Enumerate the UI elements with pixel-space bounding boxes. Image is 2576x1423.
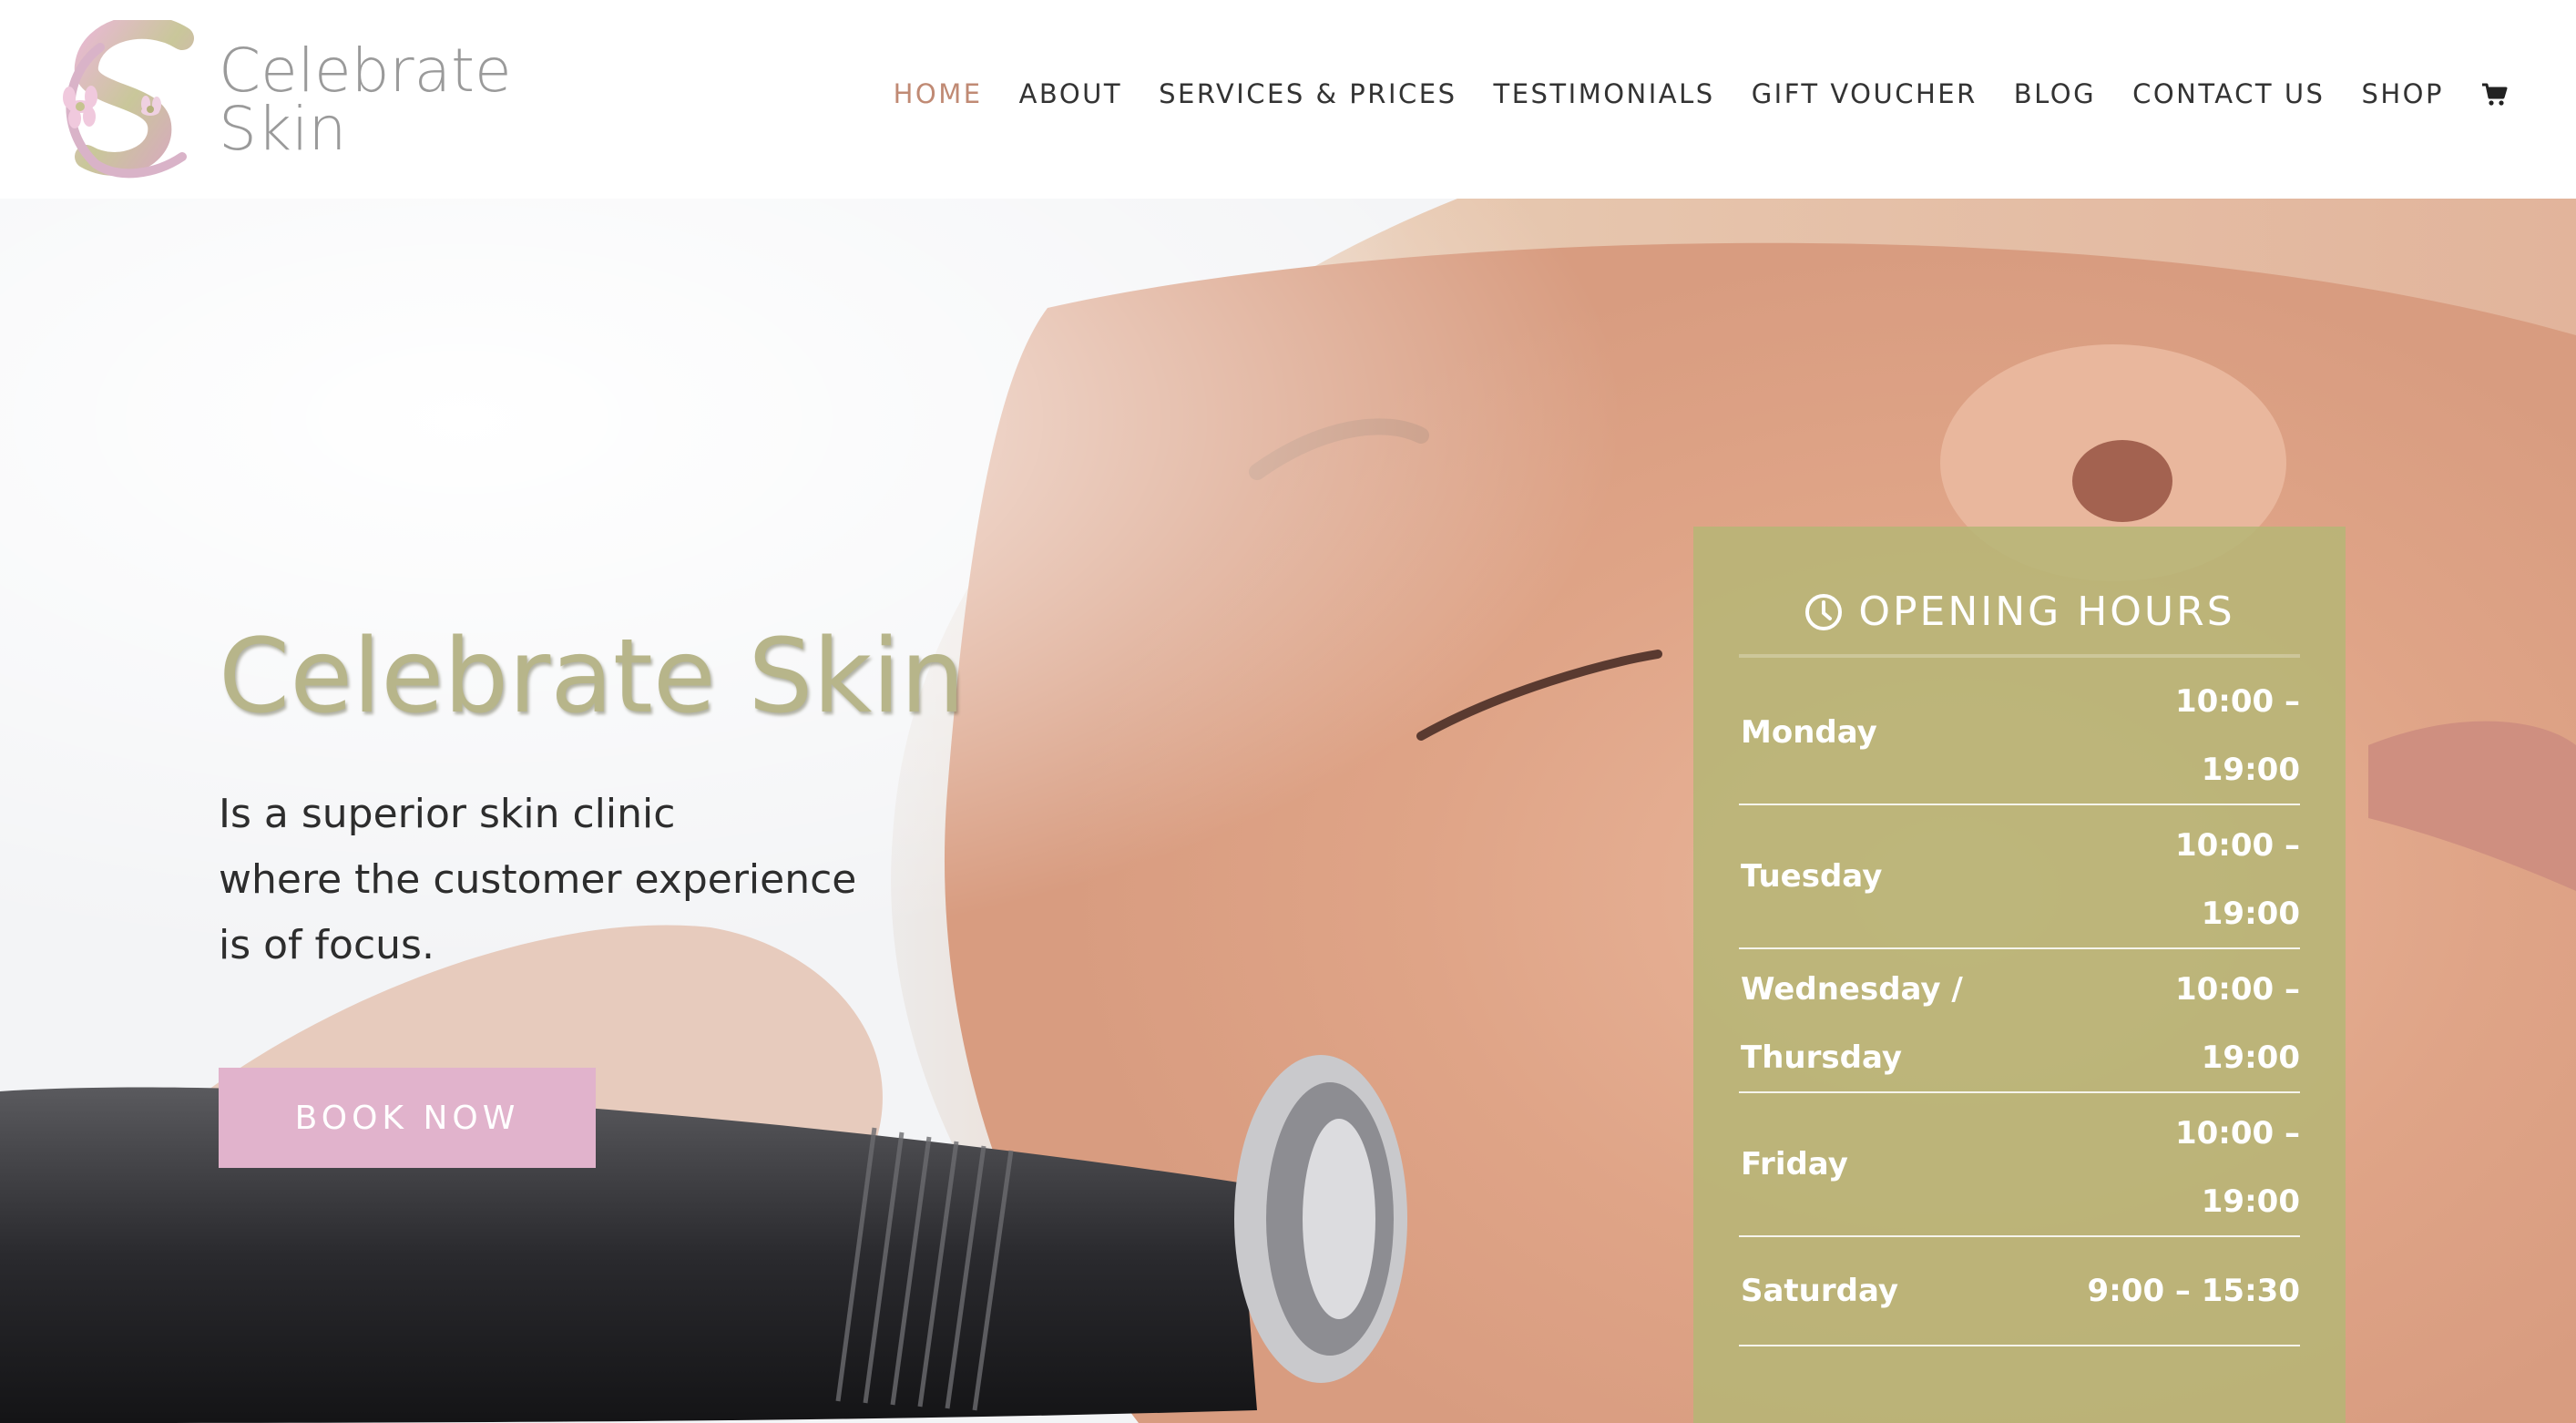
nav-testimonials[interactable]: TESTIMONIALS <box>1493 78 1714 109</box>
hours-day: Friday <box>1741 1146 1848 1182</box>
hours-time-open: 10:00 – <box>2174 1115 2300 1152</box>
site-header: Celebrate Skin HOME ABOUT SERVICES & PRI… <box>0 0 2576 199</box>
hours-day: Saturday <box>1741 1273 1899 1309</box>
title-divider <box>1739 654 2300 658</box>
nav-home[interactable]: HOME <box>894 78 983 109</box>
hours-time-range: 9:00 – 15:30 <box>2087 1273 2300 1309</box>
hours-time-close: 19:00 <box>2201 752 2300 788</box>
nav-shop[interactable]: SHOP <box>2361 78 2444 109</box>
hours-day: Monday <box>1741 714 1877 751</box>
hero-description-line-1: Is a superior skin clinic <box>219 791 676 837</box>
hours-time-open: 10:00 – <box>2174 683 2300 720</box>
hours-day: Wednesday / Thursday <box>1741 949 2014 1091</box>
hours-row: Tuesday 10:00 – 19:00 <box>1739 805 2300 949</box>
nav-gift-voucher[interactable]: GIFT VOUCHER <box>1752 78 1978 109</box>
hero-description-line-3: is of focus. <box>219 922 434 968</box>
logo-mark-icon <box>63 20 194 179</box>
opening-hours-title: OPENING HOURS <box>1693 589 2346 635</box>
hours-time-open: 10:00 – <box>2174 971 2300 1008</box>
main-nav: HOME ABOUT SERVICES & PRICES TESTIMONIAL… <box>857 78 2508 109</box>
nav-about[interactable]: ABOUT <box>1019 78 1123 109</box>
nav-blog[interactable]: BLOG <box>2014 78 2096 109</box>
opening-hours-panel: OPENING HOURS Monday 10:00 – 19:00 Tuesd… <box>1693 527 2346 1423</box>
hours-time-open: 10:00 – <box>2174 827 2300 864</box>
hero-title: Celebrate Skin <box>219 618 966 736</box>
hours-time-close: 19:00 <box>2201 896 2300 932</box>
logo-text: Celebrate Skin <box>219 36 512 164</box>
hero-section: Celebrate Skin Is a superior skin clinic… <box>0 199 2576 1423</box>
hours-row: Saturday 9:00 – 15:30 <box>1739 1237 2300 1346</box>
clock-icon <box>1805 593 1843 630</box>
hours-row: Friday 10:00 – 19:00 <box>1739 1093 2300 1237</box>
hours-row: Monday 10:00 – 19:00 <box>1739 661 2300 805</box>
book-now-button[interactable]: BOOK NOW <box>219 1068 596 1168</box>
logo-line-2: Skin <box>219 94 347 164</box>
hero-description-line-2: where the customer experience <box>219 856 857 903</box>
hours-time: 9:00 – 15:30 <box>2088 1237 2300 1345</box>
hours-row: Wednesday / Thursday 10:00 – 19:00 <box>1739 949 2300 1093</box>
hero-description: Is a superior skin clinic where the cust… <box>219 782 929 978</box>
nav-services-prices[interactable]: SERVICES & PRICES <box>1159 78 1457 109</box>
logo[interactable]: Celebrate Skin <box>46 20 519 179</box>
hours-time-close: 19:00 <box>2201 1039 2300 1076</box>
opening-hours-title-text: OPENING HOURS <box>1858 589 2235 635</box>
hours-day-line-2: Thursday <box>1741 1039 1903 1076</box>
cart-icon[interactable] <box>2480 80 2508 107</box>
logo-line-1: Celebrate <box>219 36 512 106</box>
hours-day: Tuesday <box>1741 858 1883 895</box>
hours-time-close: 19:00 <box>2201 1183 2300 1220</box>
hours-table: Monday 10:00 – 19:00 Tuesday 10:00 – 19:… <box>1739 661 2300 1346</box>
hours-day-line-1: Wednesday / <box>1741 971 1963 1008</box>
nav-contact-us[interactable]: CONTACT US <box>2132 78 2325 109</box>
